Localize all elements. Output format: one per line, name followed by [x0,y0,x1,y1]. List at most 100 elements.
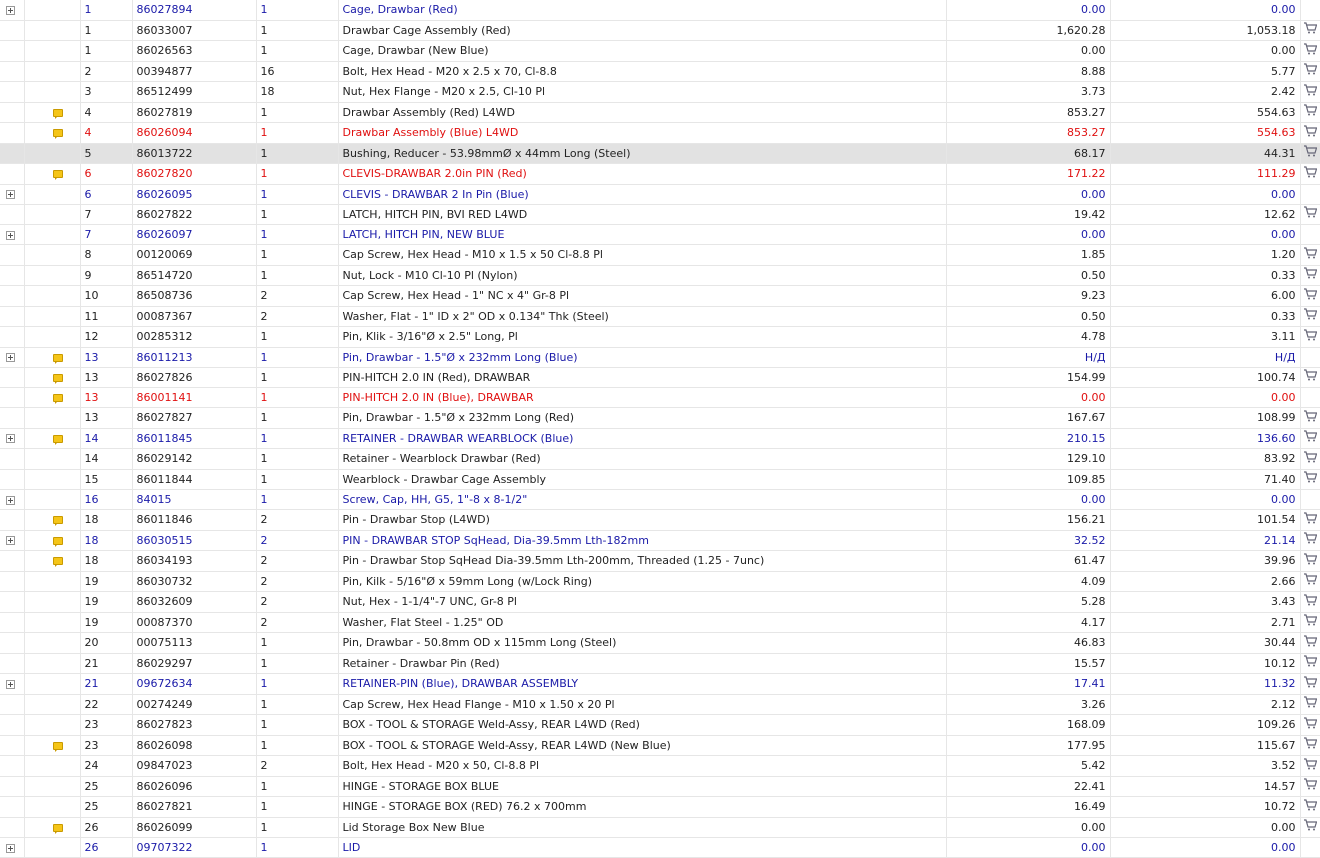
shopping-cart-icon[interactable] [1303,470,1318,489]
shopping-cart-icon[interactable] [1303,798,1318,817]
note-icon[interactable] [52,373,63,384]
shopping-cart-icon[interactable] [1303,593,1318,612]
shopping-cart-icon[interactable] [1303,613,1318,632]
shopping-cart-icon[interactable] [1303,757,1318,776]
shopping-cart-icon[interactable] [1303,124,1318,143]
note-icon[interactable] [52,536,63,547]
plus-square-icon[interactable] [6,536,15,546]
table-row[interactable]: 14 86011845 1 RETAINER - DRAWBAR WEARBLOCK … [0,428,1320,449]
table-row[interactable]: 13 86001141 1 PIN-HITCH 2.0 IN (Blue), DRAW… [0,387,1320,408]
shopping-cart-icon[interactable] [1303,511,1318,530]
table-row[interactable]: 15 86011844 1 Wearblock - Drawbar Cage Asse… [0,469,1320,490]
table-row[interactable]: 25 86027821 1 HINGE - STORAGE BOX (RED) 76.… [0,796,1320,818]
plus-square-icon[interactable] [6,230,15,240]
note-icon[interactable] [52,434,63,445]
table-row[interactable]: 3 86512499 18 Nut, Hex Flange - M20 x 2.5, … [0,81,1320,103]
table-row[interactable]: 18 86030515 2 PIN - DRAWBAR STOP SqHead, Di… [0,530,1320,551]
shopping-cart-icon[interactable] [1303,287,1318,306]
table-row[interactable]: 21 09672634 1 RETAINER-PIN (Blue), DRAWBAR … [0,673,1320,695]
table-row[interactable]: 24 09847023 2 Bolt, Hex Head - M20 x 50, Cl… [0,755,1320,777]
plus-square-icon[interactable] [6,843,15,853]
shopping-cart-icon[interactable] [1303,144,1318,163]
shopping-cart-icon[interactable] [1303,675,1318,694]
table-row[interactable]: 19 86030732 2 Pin, Kilk - 5/16"Ø x 59mm Lon… [0,571,1320,592]
shopping-cart-icon[interactable] [1303,266,1318,285]
table-row[interactable]: 4 86027819 1 Drawbar Assembly (Red) L4WD 853… [0,102,1320,123]
note-icon[interactable] [52,394,63,404]
shopping-cart-icon[interactable] [1303,654,1318,673]
table-row[interactable]: 13 86027826 1 PIN-HITCH 2.0 IN (Red), DRAWB… [0,367,1320,388]
shopping-cart-icon[interactable] [1303,429,1318,448]
shopping-cart-icon[interactable] [1303,716,1318,735]
shopping-cart-icon[interactable] [1303,409,1318,428]
plus-square-icon[interactable] [6,434,15,444]
shopping-cart-icon[interactable] [1303,21,1318,40]
shopping-cart-icon[interactable] [1303,103,1318,122]
table-row[interactable]: 26 86026099 1 Lid Storage Box New Blue 0.00 0… [0,817,1320,838]
shopping-cart-icon[interactable] [1303,307,1318,326]
note-icon[interactable] [52,170,63,181]
table-row[interactable]: 1 86033007 1 Drawbar Cage Assembly (Red) 1,6… [0,20,1320,41]
table-row[interactable]: 19 86032609 2 Nut, Hex - 1-1/4"-7 UNC, Gr-8… [0,591,1320,613]
shopping-cart-icon[interactable] [1303,736,1318,755]
note-icon[interactable] [52,741,63,752]
table-row[interactable]: 5 86013722 1 Bushing, Reducer - 53.98mmØ x … [0,143,1320,164]
shopping-cart-icon[interactable] [1303,777,1318,796]
table-row[interactable]: 13 86011213 1 Pin, Drawbar - 1.5"Ø x 232mm … [0,347,1320,368]
shopping-cart-icon[interactable] [1303,552,1318,571]
description-cell: Cage, Drawbar (New Blue) [338,40,947,62]
table-row[interactable]: 14 86029142 1 Retainer - Wearblock Drawbar … [0,448,1320,470]
table-row[interactable]: 1 86026563 1 Cage, Drawbar (New Blue) 0.00 0.… [0,40,1320,62]
plus-square-icon[interactable] [6,679,15,689]
shopping-cart-icon[interactable] [1303,165,1318,184]
shopping-cart-icon[interactable] [1303,572,1318,591]
plus-square-icon[interactable] [6,5,15,15]
table-row[interactable]: 19 00087370 2 Washer, Flat Steel - 1.25" OD… [0,612,1320,633]
note-icon[interactable] [52,353,63,364]
table-row[interactable]: 6 86026095 1 CLEVIS - DRAWBAR 2 In Pin (Blu… [0,184,1320,205]
shopping-cart-icon[interactable] [1303,818,1318,837]
shopping-cart-icon[interactable] [1303,531,1318,550]
shopping-cart-icon[interactable] [1303,450,1318,469]
shopping-cart-icon[interactable] [1303,83,1318,102]
table-row[interactable]: 18 86034193 2 Pin - Drawbar Stop SqHead Dia… [0,550,1320,572]
shopping-cart-icon[interactable] [1303,205,1318,224]
table-row[interactable]: 9 86514720 1 Nut, Lock - M10 Cl-10 Pl (Nylo… [0,265,1320,286]
table-row[interactable]: 2 00394877 16 Bolt, Hex Head - M20 x 2.5 x … [0,61,1320,82]
shopping-cart-icon[interactable] [1303,42,1318,61]
table-row[interactable]: 21 86029297 1 Retainer - Drawbar Pin (Red) 1… [0,653,1320,674]
table-row[interactable]: 26 09707322 1 LID 0.00 0.00 [0,837,1320,858]
shopping-cart-icon[interactable] [1303,695,1318,714]
note-icon[interactable] [52,516,63,527]
table-row[interactable]: 11 00087367 2 Washer, Flat - 1" ID x 2" OD … [0,306,1320,327]
shopping-cart-icon[interactable] [1303,328,1318,347]
plus-square-icon[interactable] [6,190,15,199]
shopping-cart-icon[interactable] [1303,634,1318,653]
table-row[interactable]: 23 86026098 1 BOX - TOOL & STORAGE Weld-Ass… [0,735,1320,756]
table-row[interactable]: 18 86011846 2 Pin - Drawbar Stop (L4WD) 156.… [0,509,1320,531]
table-row[interactable]: 4 86026094 1 Drawbar Assembly (Blue) L4WD 85… [0,122,1320,144]
table-row[interactable]: 23 86027823 1 BOX - TOOL & STORAGE Weld-Ass… [0,714,1320,736]
plus-square-icon[interactable] [6,495,15,505]
note-icon[interactable] [52,108,63,119]
shopping-cart-icon[interactable] [1303,246,1318,265]
table-row[interactable]: 25 86026096 1 HINGE - STORAGE BOX BLUE 22.41… [0,776,1320,797]
table-row[interactable]: 8 00120069 1 Cap Screw, Hex Head - M10 x 1.… [0,244,1320,266]
table-row[interactable]: 6 86027820 1 CLEVIS-DRAWBAR 2.0in PIN (Red)… [0,163,1320,185]
table-row[interactable]: 16 84015 1 Screw, Cap, HH, G5, 1"-8 x 8-1/2… [0,489,1320,510]
part-number-cell: 00120069 [132,244,257,266]
table-row[interactable]: 1 86027894 1 Cage, Drawbar (Red) 0.00 0.00 [0,0,1320,21]
table-row[interactable]: 7 86027822 1 LATCH, HITCH PIN, BVI RED L4WD… [0,204,1320,225]
plus-square-icon[interactable] [6,353,15,362]
table-row[interactable]: 10 86508736 2 Cap Screw, Hex Head - 1" NC x… [0,285,1320,307]
table-row[interactable]: 13 86027827 1 Pin, Drawbar - 1.5"Ø x 232mm … [0,407,1320,429]
note-icon[interactable] [52,557,63,568]
shopping-cart-icon[interactable] [1303,62,1318,81]
note-icon[interactable] [52,823,63,834]
table-row[interactable]: 7 86026097 1 LATCH, HITCH PIN, NEW BLUE 0.00… [0,224,1320,245]
table-row[interactable]: 20 00075113 1 Pin, Drawbar - 50.8mm OD x 11… [0,632,1320,654]
note-icon[interactable] [52,129,63,140]
shopping-cart-icon[interactable] [1303,368,1318,387]
table-row[interactable]: 22 00274249 1 Cap Screw, Hex Head Flange - … [0,694,1320,715]
table-row[interactable]: 12 00285312 1 Pin, Klik - 3/16"Ø x 2.5" Lon… [0,326,1320,348]
